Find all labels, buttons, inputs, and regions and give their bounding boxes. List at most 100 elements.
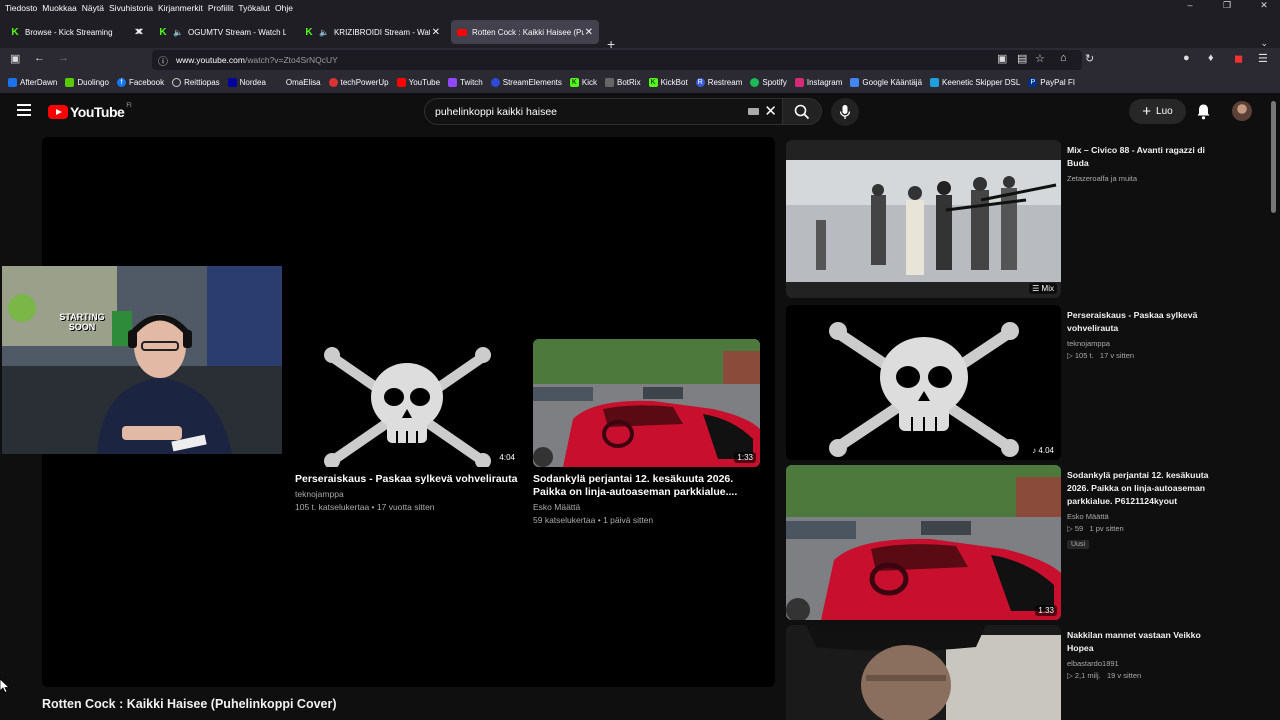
bookmark-item[interactable]: techPowerUp: [328, 78, 389, 87]
tab-youtube-active[interactable]: Rotten Cock : Kaikki Haisee (Puhelinkopp…: [451, 20, 599, 44]
bookmark-item[interactable]: R Restream: [695, 78, 742, 87]
recommendation-channel[interactable]: Esko Määttä: [1067, 512, 1222, 521]
tab-krizibroidi[interactable]: ✕ K 🔈 KRIZIBROIDI Stream - Watch Live ✕: [134, 20, 446, 44]
man-portrait-image: [786, 625, 1061, 720]
menu-item-profiles[interactable]: Profiilit: [208, 3, 234, 13]
mix-thumbnail-image: [786, 140, 1061, 298]
bookmark-item[interactable]: Twitch: [448, 78, 483, 87]
endscreen-video-title[interactable]: Perseraiskaus - Paskaa sylkevä vohvelira…: [295, 473, 522, 486]
recommendation-title[interactable]: Perseraiskaus - Paskaa sylkevä vohvelira…: [1067, 309, 1222, 335]
minimize-icon[interactable]: –: [1174, 0, 1206, 11]
bookmark-item[interactable]: OmaElisa: [274, 78, 321, 87]
youtube-play-icon: [48, 105, 68, 119]
recommendation-title[interactable]: Nakkilan mannet vastaan Veikko Hopea: [1067, 629, 1222, 655]
restore-icon[interactable]: ❐: [1211, 0, 1243, 11]
endscreen-video-title[interactable]: Sodankylä perjantai 12. kesäkuuta 2026. …: [533, 473, 760, 499]
recommendation-title[interactable]: Sodankylä perjantai 12. kesäkuuta 2026. …: [1067, 469, 1222, 508]
bell-icon: [1197, 104, 1210, 120]
bookmark-item[interactable]: K KickBot: [648, 78, 688, 87]
reader-view-icon[interactable]: ▤: [1017, 52, 1027, 65]
menu-item-help[interactable]: Ohje: [275, 3, 293, 13]
search-input[interactable]: puhelinkoppi kaikki haisee ✕: [424, 98, 784, 125]
bookmark-item[interactable]: Instagram: [794, 78, 842, 87]
home-icon[interactable]: ⌂: [1060, 52, 1067, 64]
tab-close-icon[interactable]: ✕: [432, 27, 440, 38]
red-car-image: [786, 465, 1061, 620]
recommendation-info: Perseraiskaus - Paskaa sylkevä vohvelira…: [1067, 309, 1222, 360]
paypal-icon: P: [1028, 78, 1038, 87]
globe-icon: [172, 78, 182, 87]
site-info-icon[interactable]: ⓘ: [158, 53, 168, 68]
new-badge: Uusi: [1067, 540, 1090, 549]
spotify-icon: [750, 78, 760, 87]
search-button[interactable]: [782, 98, 822, 125]
forward-icon[interactable]: →: [58, 52, 69, 64]
bookmark-item[interactable]: StreamElements: [490, 78, 562, 87]
instagram-icon: [794, 78, 804, 87]
extensions-icon[interactable]: ♦: [1208, 52, 1214, 64]
recommendation-channel[interactable]: elbastardo1891: [1067, 659, 1222, 668]
endscreen-meta: 59 katselukertaa • 1 päivä sitten: [533, 515, 654, 525]
endscreen-video-card[interactable]: 1:33 Sodankylä perjantai 12. kesäkuuta 2…: [533, 339, 760, 525]
bookmark-item[interactable]: Google Kääntäjä: [850, 78, 922, 87]
recommendation-thumbnail[interactable]: ☰ Mix: [786, 140, 1061, 298]
menu-item-history[interactable]: Sivuhistoria: [109, 3, 153, 13]
kickbot-icon: K: [648, 78, 658, 87]
reload-icon[interactable]: ↻: [1085, 52, 1094, 65]
endscreen-thumbnail[interactable]: 1:33: [533, 339, 760, 467]
voice-search-button[interactable]: [831, 98, 859, 126]
endscreen-video-card[interactable]: 4:04 Perseraiskaus - Paskaa sylkevä vohv…: [295, 339, 522, 512]
recommendation-info: Nakkilan mannet vastaan Veikko Hopea elb…: [1067, 629, 1222, 680]
bookmark-item[interactable]: P PayPal FI: [1028, 78, 1075, 87]
skull-crossbones-image: [295, 339, 522, 467]
bookmark-item[interactable]: Keenetic Skipper DSL: [930, 78, 1020, 87]
close-window-icon[interactable]: ✕: [1248, 0, 1280, 11]
play-count-icon: ▷: [1067, 351, 1073, 360]
avatar[interactable]: [1232, 101, 1252, 121]
recommendation-title[interactable]: Mix – Civico 88 - Avanti ragazzi di Buda: [1067, 144, 1222, 170]
menu-icon[interactable]: ☰: [1258, 52, 1268, 65]
bookmark-item[interactable]: f Facebook: [116, 78, 164, 87]
search-icon: [794, 104, 810, 119]
bookmark-star-icon[interactable]: ☆: [1035, 52, 1045, 65]
youtube-logo[interactable]: YouTube FI: [48, 103, 132, 120]
bookmark-item[interactable]: K Kick: [569, 78, 597, 87]
address-bar[interactable]: ⓘ www.youtube.com/watch?v=Zto4SrNQcUY: [152, 50, 1082, 70]
duration-badge: 4:04: [496, 452, 518, 463]
account-icon[interactable]: ●: [1183, 52, 1190, 64]
keyboard-icon[interactable]: [748, 108, 759, 115]
tab-close-icon[interactable]: ✕: [585, 27, 593, 38]
tab-close-icon[interactable]: ✕: [134, 27, 440, 38]
menu-item-bookmarks[interactable]: Kirjanmerkit: [158, 3, 203, 13]
bookmark-item[interactable]: Reittiopas: [172, 78, 220, 87]
recommendation-channel[interactable]: Zetazeroalfa ja muita: [1067, 174, 1222, 183]
bookmark-item[interactable]: BotRix: [605, 78, 641, 87]
back-icon[interactable]: ←: [34, 52, 45, 64]
recommendation-thumbnail[interactable]: [786, 625, 1061, 720]
create-button[interactable]: + Luo: [1129, 99, 1186, 124]
screenshot-icon[interactable]: ▣: [997, 52, 1007, 65]
page-scrollbar[interactable]: [1271, 101, 1276, 213]
logo-text: YouTube: [70, 104, 125, 120]
sidebar-toggle-icon[interactable]: ▣: [10, 52, 20, 65]
ublock-icon[interactable]: ◼: [1234, 52, 1243, 65]
navigation-bar: ▣ ← → ⓘ www.youtube.com/watch?v=Zto4SrNQ…: [0, 48, 1280, 72]
tab-kick-browse[interactable]: K Browse - Kick Streaming ✕: [4, 20, 150, 44]
bookmark-item[interactable]: YouTube: [396, 78, 440, 87]
recommendation-channel[interactable]: teknojamppa: [1067, 339, 1222, 348]
menu-item-file[interactable]: Tiedosto: [5, 3, 37, 13]
bookmark-item[interactable]: Spotify: [750, 78, 787, 87]
menu-item-edit[interactable]: Muokkaa: [42, 3, 77, 13]
notifications-button[interactable]: [1196, 103, 1211, 125]
menu-item-tools[interactable]: Työkalut: [238, 3, 270, 13]
recommendation-thumbnail[interactable]: ♪ 4.04: [786, 305, 1061, 460]
guide-menu-icon[interactable]: [17, 104, 31, 116]
clear-search-icon[interactable]: ✕: [764, 102, 777, 120]
bookmark-item[interactable]: AfterDawn: [8, 78, 57, 87]
endscreen-meta: 105 t. katselukertaa • 17 vuotta sitten: [295, 502, 435, 512]
bookmark-item[interactable]: Nordea: [227, 78, 266, 87]
endscreen-thumbnail[interactable]: 4:04: [295, 339, 522, 467]
menu-item-view[interactable]: Näytä: [82, 3, 104, 13]
bookmark-item[interactable]: Duolingo: [65, 78, 109, 87]
recommendation-thumbnail[interactable]: 1.33: [786, 465, 1061, 620]
